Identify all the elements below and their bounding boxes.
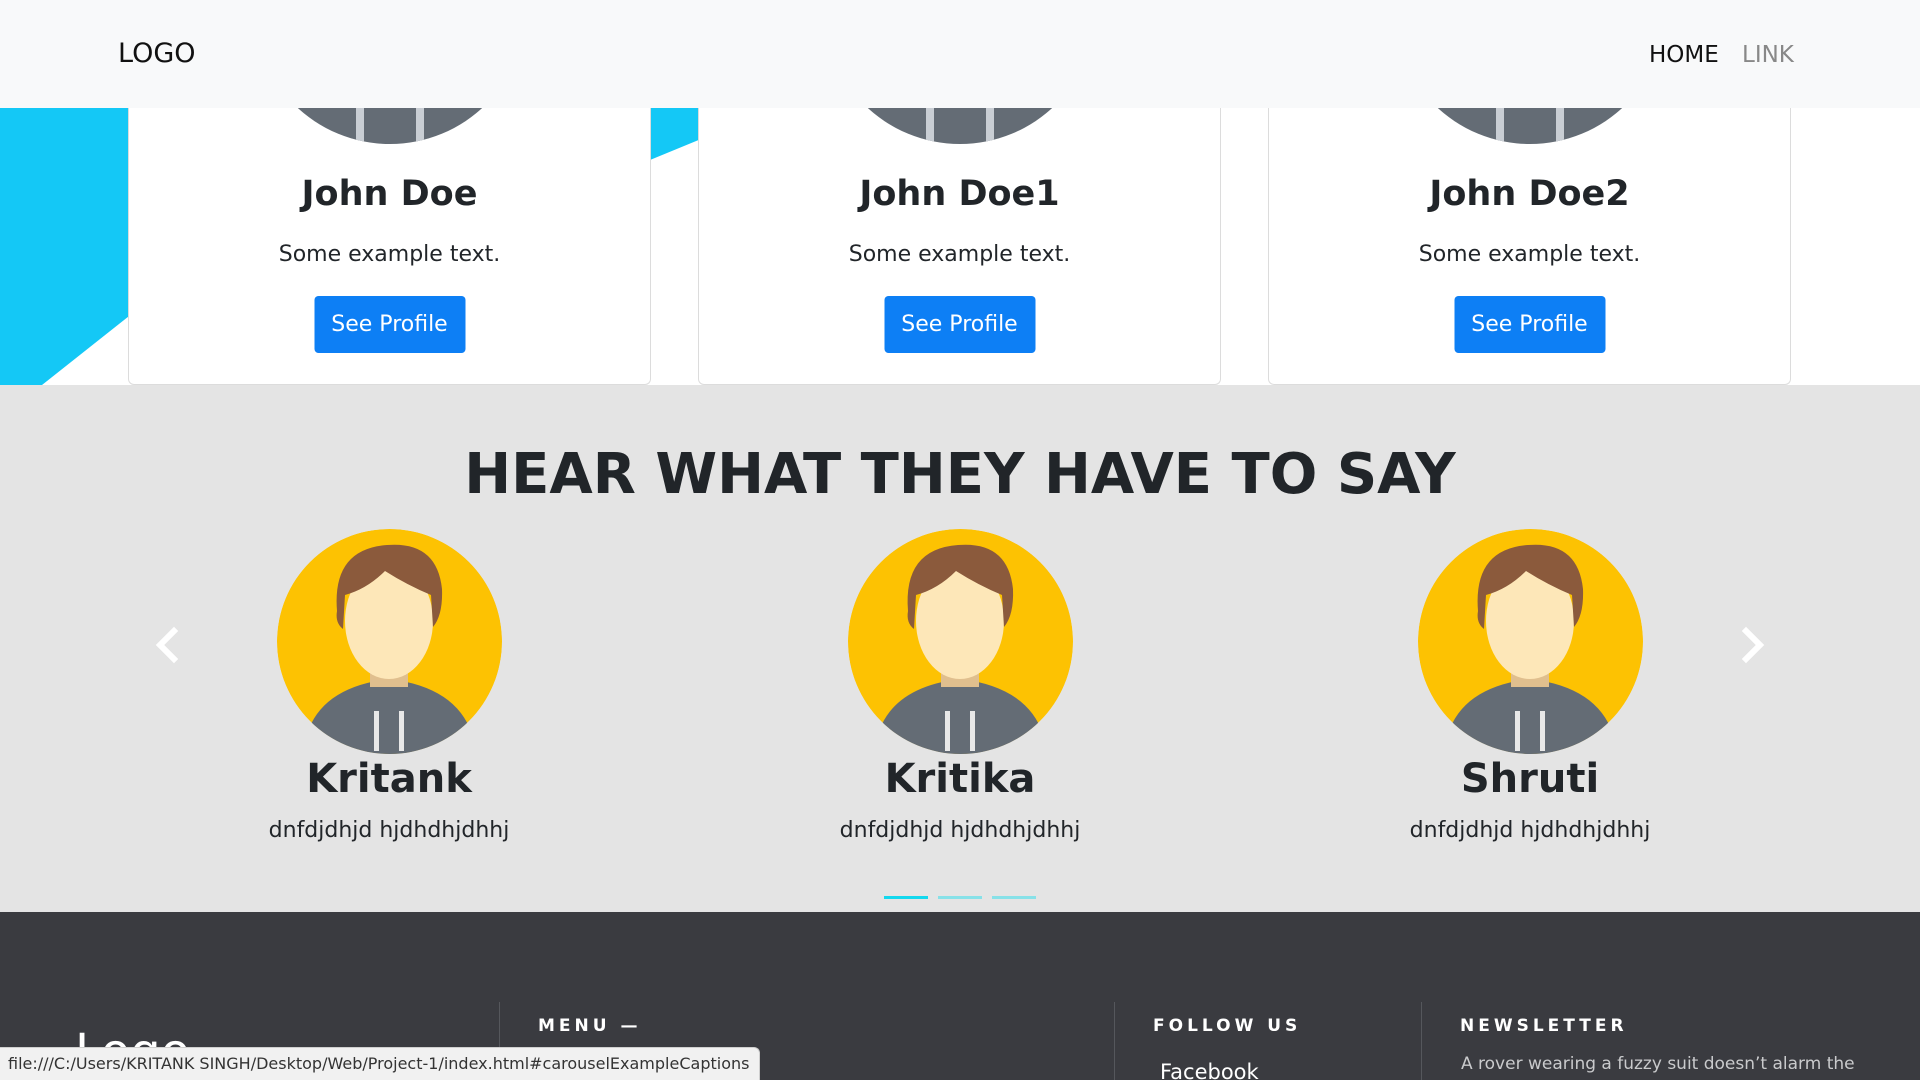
- testimonial-name: Kritika: [884, 756, 1036, 802]
- team-section: John Doe Some example text. See Profile …: [0, 108, 1920, 385]
- profile-text: Some example text.: [848, 242, 1071, 267]
- testimonial-name: Shruti: [1460, 756, 1600, 802]
- testimonial-text: dnfdjdhjd hjdhdhjdhhj: [839, 818, 1081, 843]
- testimonial-item: Kritank dnfdjdhjd hjdhdhjdhhj: [224, 529, 554, 843]
- testimonial-text: dnfdjdhjd hjdhdhjdhhj: [268, 818, 510, 843]
- footer-link-facebook[interactable]: Facebook: [1160, 1060, 1259, 1080]
- footer-menu-title: MENU —: [538, 1016, 642, 1036]
- carousel-indicator[interactable]: [938, 896, 982, 899]
- see-profile-button[interactable]: See Profile: [314, 296, 465, 353]
- testimonial-item: Shruti dnfdjdhjd hjdhdhjdhhj: [1365, 529, 1695, 843]
- decorative-shape: [0, 108, 140, 385]
- carousel-indicator[interactable]: [884, 896, 928, 899]
- footer-newsletter-text: A rover wearing a fuzzy suit doesn’t ala…: [1461, 1054, 1855, 1074]
- profile-name: John Doe2: [1429, 174, 1630, 214]
- carousel-indicators: [0, 884, 1920, 903]
- profile-avatar: [253, 108, 526, 144]
- profile-text: Some example text.: [1418, 242, 1641, 267]
- profile-card: John Doe2 Some example text. See Profile: [1268, 108, 1791, 385]
- person-avatar-icon: [847, 529, 1073, 754]
- footer-follow-title: FOLLOW US: [1153, 1016, 1302, 1036]
- divider: [1114, 1002, 1115, 1080]
- footer-newsletter-title: NEWSLETTER: [1460, 1016, 1628, 1036]
- see-profile-button[interactable]: See Profile: [884, 296, 1035, 353]
- testimonials-heading: HEAR WHAT THEY HAVE TO SAY: [464, 442, 1456, 507]
- see-profile-button[interactable]: See Profile: [1454, 296, 1605, 353]
- profile-avatar: [823, 108, 1096, 144]
- browser-status-url: file:///C:/Users/KRITANK SINGH/Desktop/W…: [0, 1047, 761, 1080]
- nav-link-link[interactable]: LINK: [1742, 42, 1794, 68]
- profile-text: Some example text.: [278, 242, 501, 267]
- nav-link-home[interactable]: HOME: [1649, 42, 1719, 68]
- profile-name: John Doe: [301, 174, 478, 214]
- testimonial-text: dnfdjdhjd hjdhdhjdhhj: [1409, 818, 1651, 843]
- profile-name: John Doe1: [859, 174, 1060, 214]
- carousel-indicator[interactable]: [992, 896, 1036, 899]
- carousel-prev-icon[interactable]: [149, 625, 189, 665]
- carousel-next-icon[interactable]: [1731, 625, 1771, 665]
- testimonial-item: Kritika dnfdjdhjd hjdhdhjdhhj: [795, 529, 1125, 843]
- profile-avatar: [1393, 108, 1666, 144]
- decorative-shape: [650, 108, 698, 160]
- person-avatar-icon: [276, 529, 502, 754]
- navbar: LOGO HOME LINK: [0, 0, 1920, 108]
- profile-card: John Doe Some example text. See Profile: [128, 108, 651, 385]
- profile-card: John Doe1 Some example text. See Profile: [698, 108, 1221, 385]
- person-avatar-icon: [1417, 529, 1643, 754]
- divider: [1421, 1002, 1422, 1080]
- testimonials-carousel: HEAR WHAT THEY HAVE TO SAY Kritank dnfdj…: [0, 385, 1920, 912]
- testimonial-name: Kritank: [306, 756, 472, 802]
- navbar-logo[interactable]: LOGO: [118, 38, 196, 69]
